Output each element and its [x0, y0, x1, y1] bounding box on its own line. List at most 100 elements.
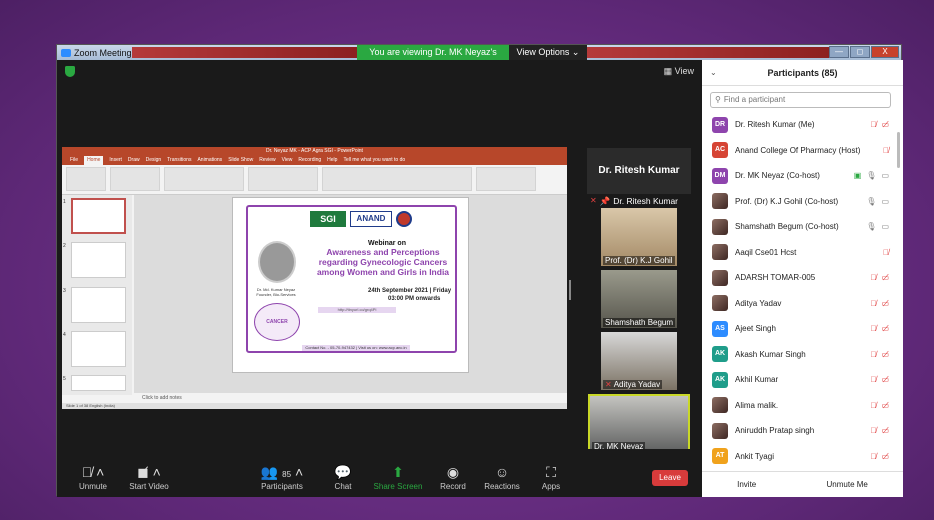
- current-slide[interactable]: SGI ANAND Webinar on Awareness and Perce…: [232, 197, 469, 373]
- view-button[interactable]: ▦ View: [664, 66, 694, 77]
- ppt-menu-review[interactable]: Review: [259, 156, 275, 165]
- mic-muted-icon: 🎙̸: [870, 426, 877, 436]
- participant-row[interactable]: AK Akash Kumar Singh 🎙̸ ▭̸: [702, 342, 903, 368]
- unmute-button[interactable]: 🎙̸ ˄ Unmute: [63, 464, 123, 491]
- ppt-menu-animations[interactable]: Animations: [197, 156, 222, 165]
- participant-row[interactable]: AK Akhil Kumar 🎙̸ ▭̸: [702, 367, 903, 393]
- ppt-menu-recording[interactable]: Recording: [298, 156, 321, 165]
- panel-scrollbar[interactable]: [897, 132, 900, 168]
- participant-row[interactable]: Shamshath Begum (Co-host) 🎙 ▭: [702, 214, 903, 240]
- start-video-button[interactable]: ◼̸ ˄ Start Video: [119, 464, 179, 491]
- ppt-title: Dr. Neyaz MK - ACP Agra SGI - PowerPoint: [62, 147, 567, 156]
- ribbon-drawing[interactable]: [322, 167, 472, 191]
- ribbon-font[interactable]: [164, 167, 244, 191]
- participant-search-input[interactable]: ⚲ Find a participant: [710, 92, 891, 108]
- leave-button[interactable]: Leave: [652, 470, 688, 486]
- mic-muted-icon: 🎙̸: [883, 247, 889, 257]
- video-tile-name: Aditya Yadav: [613, 380, 661, 389]
- slide-thumbnail[interactable]: [71, 242, 126, 278]
- video-tile-active[interactable]: Dr. MK Neyaz: [588, 394, 690, 454]
- participant-count: 85: [282, 470, 292, 479]
- title-bar: Zoom Meeting You are viewing Dr. MK Neya…: [57, 45, 901, 72]
- participant-row[interactable]: DM Dr. MK Neyaz (Co-host) ▣ 🎙 ▭: [702, 163, 903, 189]
- thumb-number: 2: [63, 243, 66, 249]
- chat-button[interactable]: 💬 Chat: [313, 464, 373, 491]
- ppt-menu-draw[interactable]: Draw: [128, 156, 140, 165]
- ribbon-clipboard[interactable]: [66, 167, 106, 191]
- security-shield-icon[interactable]: [65, 66, 75, 77]
- apps-icon: ⛶: [546, 464, 556, 480]
- college-emblem-icon: [396, 211, 412, 227]
- mic-muted-icon: 🎙̸: [870, 324, 877, 334]
- maximize-button[interactable]: ◻: [850, 46, 870, 58]
- ppt-menu-slideshow[interactable]: Slide Show: [228, 156, 253, 165]
- active-speaker-tile[interactable]: Dr. Ritesh Kumar: [587, 148, 691, 194]
- shared-powerpoint-window: Dr. Neyaz MK - ACP Agra SGI - PowerPoint…: [62, 147, 567, 409]
- participant-row[interactable]: Aniruddh Pratap singh 🎙̸ ▭̸: [702, 418, 903, 444]
- window-controls: — ◻ X: [829, 46, 899, 58]
- ppt-menu-view[interactable]: View: [282, 156, 293, 165]
- participant-photo-avatar: [712, 244, 728, 261]
- video-off-icon: ▭̸: [881, 426, 889, 436]
- minimize-button[interactable]: —: [829, 46, 849, 58]
- ribbon-slides[interactable]: [110, 167, 160, 191]
- ppt-menu-insert[interactable]: Insert: [109, 156, 122, 165]
- ppt-menu-help[interactable]: Help: [327, 156, 337, 165]
- participant-row[interactable]: ADARSH TOMAR-005 🎙̸ ▭̸: [702, 265, 903, 291]
- ppt-menu-transitions[interactable]: Transitions: [167, 156, 191, 165]
- participant-row[interactable]: Alima malik. 🎙̸ ▭̸: [702, 393, 903, 419]
- participant-row[interactable]: AT Ankit Tyagi 🎙̸ ▭̸: [702, 444, 903, 470]
- slide-thumbnail[interactable]: [71, 287, 126, 323]
- slide-thumbnail[interactable]: [71, 375, 126, 391]
- participant-row[interactable]: AC Anand College Of Pharmacy (Host) 🎙̸: [702, 138, 903, 164]
- close-button[interactable]: X: [871, 46, 899, 58]
- speaker-caption: Dr. Md. Kumar Neyaz Founder, Bio-Service…: [256, 287, 296, 297]
- participant-status-icons: 🎙̸ ▭̸: [870, 401, 889, 410]
- invite-button[interactable]: Invite: [731, 478, 762, 491]
- record-label: Record: [440, 482, 466, 491]
- mic-icon: 🎙: [866, 196, 877, 206]
- participant-row[interactable]: AS Ajeet Singh 🎙̸ ▭̸: [702, 316, 903, 342]
- slide-thumbnail[interactable]: [71, 331, 126, 367]
- participant-status-icons: 🎙̸ ▭̸: [870, 273, 889, 282]
- unmute-label: Unmute: [78, 482, 107, 491]
- participant-row[interactable]: Aditya Yadav 🎙̸ ▭̸: [702, 291, 903, 317]
- ppt-menu-home[interactable]: Home: [84, 156, 104, 165]
- thumb-number: 5: [63, 376, 66, 382]
- unmute-me-button[interactable]: Unmute Me: [821, 478, 874, 491]
- slide-thumbnail[interactable]: [71, 198, 126, 234]
- participant-name: Aaqil Cse01 Hcst: [735, 247, 797, 257]
- zoom-app-icon: [61, 48, 71, 57]
- ppt-menu-design[interactable]: Design: [146, 156, 162, 165]
- participant-status-icons: 🎙̸ ▭̸: [870, 452, 889, 461]
- participant-photo-avatar: [712, 422, 728, 439]
- chevron-down-icon[interactable]: ⌄: [710, 68, 717, 77]
- participant-row[interactable]: Prof. (Dr) K.J Gohil (Co-host) 🎙 ▭: [702, 189, 903, 215]
- notes-pane[interactable]: Click to add notes: [134, 395, 567, 403]
- participant-name: Aniruddh Pratap singh: [735, 426, 815, 436]
- video-tile[interactable]: ✕ Aditya Yadav: [601, 332, 677, 390]
- ppt-status-bar: Slide 1 of 38 English (India): [62, 403, 567, 409]
- video-tile[interactable]: Prof. (Dr) K.J Gohil: [601, 208, 677, 266]
- participant-name: Shamshath Begum (Co-host): [735, 222, 839, 232]
- participants-icon: 👥 85 ˄: [260, 464, 304, 480]
- participant-row[interactable]: Aaqil Cse01 Hcst 🎙̸: [702, 240, 903, 266]
- thumb-number: 3: [63, 288, 66, 294]
- participant-row[interactable]: DR Dr. Ritesh Kumar (Me) 🎙̸ ▭̸: [702, 112, 903, 138]
- video-tile[interactable]: Shamshath Begum: [601, 270, 677, 328]
- apps-button[interactable]: ⛶ Apps: [521, 464, 581, 491]
- screen-share-icon: ▣: [853, 171, 862, 181]
- title-strip-left: [132, 47, 357, 58]
- participants-title: Participants (85): [767, 67, 838, 78]
- split-divider-handle[interactable]: [569, 280, 571, 300]
- participant-photo-avatar: [712, 193, 728, 210]
- ppt-tell-me[interactable]: Tell me what you want to do: [343, 156, 405, 165]
- view-options-button[interactable]: View Options ⌄: [509, 45, 587, 60]
- participant-avatar: AK: [712, 371, 728, 388]
- ppt-menu-file[interactable]: File: [70, 156, 78, 165]
- participants-button[interactable]: 👥 85 ˄ Participants: [252, 464, 312, 491]
- mic-muted-icon: 🎙̸: [870, 273, 877, 283]
- ribbon-editing[interactable]: [476, 167, 536, 191]
- share-screen-button[interactable]: ⬆ Share Screen: [368, 464, 428, 491]
- ribbon-paragraph[interactable]: [248, 167, 318, 191]
